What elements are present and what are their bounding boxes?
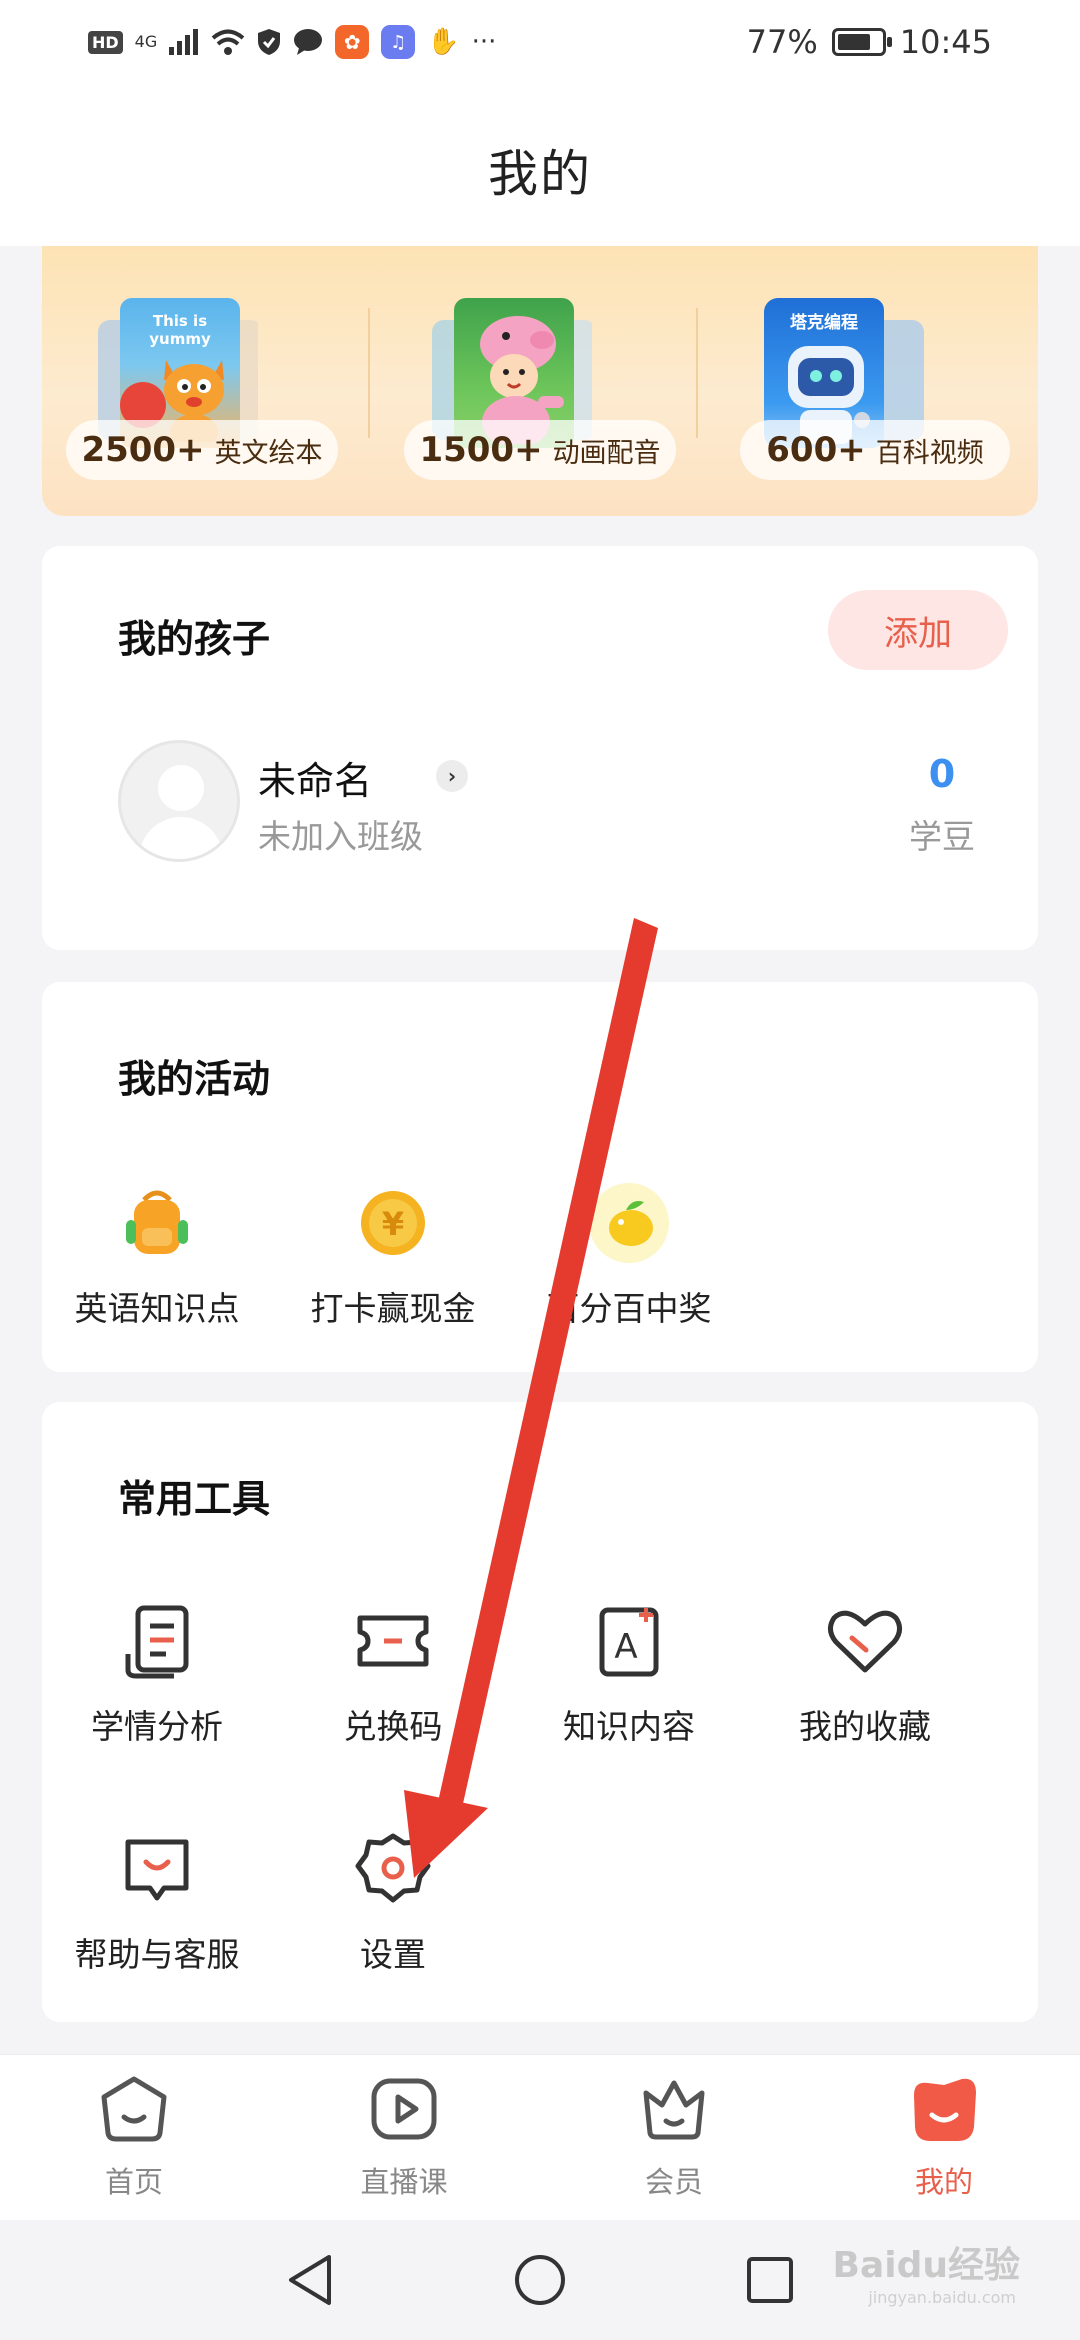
bottom-nav: 首页 直播课 会员 我的 — [0, 2054, 1080, 2220]
clock: 10:45 — [899, 23, 992, 61]
page-header: 我的 — [0, 84, 1080, 246]
wifi-icon — [211, 28, 245, 56]
section-title: 我的孩子 — [118, 617, 271, 661]
back-icon[interactable] — [274, 2244, 346, 2316]
lemon-icon — [586, 1180, 672, 1266]
report-icon — [114, 1598, 200, 1684]
tool-label: 兑换码 — [343, 1707, 443, 1746]
hand-icon: ✋ — [427, 27, 460, 57]
promo-pill-picture-books[interactable]: 2500+ 英文绘本 — [66, 420, 338, 480]
my-activities-card: 我的活动 英语知识点 ¥ 打卡赢现金 百分百中奖 — [42, 982, 1038, 1372]
tool-my-favorites[interactable]: 我的收藏 — [760, 1598, 970, 1748]
bean-count[interactable]: 0 — [902, 752, 982, 796]
heart-icon — [822, 1598, 908, 1684]
battery-level — [837, 34, 870, 50]
promo-count: 2500+ — [81, 430, 205, 470]
banner-divider — [696, 308, 698, 438]
page-title: 我的 — [488, 145, 592, 203]
activity-label: 百分百中奖 — [546, 1289, 712, 1328]
home-circle-icon[interactable] — [504, 2244, 576, 2316]
tool-label: 设置 — [360, 1935, 426, 1974]
activity-checkin-cash[interactable]: ¥ 打卡赢现金 — [288, 1180, 498, 1330]
my-children-card: 我的孩子 添加 未命名 › 未加入班级 0 学豆 — [42, 546, 1038, 950]
promo-banner[interactable]: This is yummy 2500+ 英文绘本 1500+ 动画配音 塔克编程… — [42, 246, 1038, 516]
music-app-icon: ♫ — [381, 25, 416, 59]
backpack-icon — [114, 1180, 200, 1266]
watermark-url: jingyan.baidu.com — [868, 2288, 1016, 2307]
avatar-body — [139, 817, 223, 859]
promo-count: 600+ — [766, 430, 866, 470]
home-icon — [98, 2073, 170, 2145]
svg-text:A: A — [614, 1627, 637, 1667]
hd-icon: HD — [88, 30, 123, 54]
nav-membership[interactable]: 会员 — [574, 2073, 774, 2201]
svg-text:¥: ¥ — [382, 1205, 404, 1243]
tool-learning-analysis[interactable]: 学情分析 — [52, 1598, 262, 1748]
child-name[interactable]: 未命名 — [258, 750, 372, 805]
recents-square-icon[interactable] — [734, 2244, 806, 2316]
live-play-icon — [368, 2073, 440, 2145]
nav-mine[interactable]: 我的 — [844, 2073, 1044, 2201]
common-tools-card: 常用工具 学情分析 兑换码 A 知识内容 我的收藏 帮助与客服 设置 — [42, 1402, 1038, 2022]
status-bar: HD 4G ✿ ♫ ✋ ··· 77% 10:45 — [0, 0, 1080, 84]
status-right: 77% 10:45 — [747, 18, 992, 66]
promo-label: 百科视频 — [875, 437, 984, 469]
nav-label: 会员 — [644, 2165, 703, 2199]
nav-label: 首页 — [104, 2165, 163, 2199]
tool-help-support[interactable]: 帮助与客服 — [52, 1826, 262, 1976]
add-child-button[interactable]: 添加 — [828, 590, 1008, 670]
promo-label: 英文绘本 — [214, 437, 323, 469]
nav-label: 直播课 — [360, 2165, 448, 2199]
nav-home[interactable]: 首页 — [34, 2073, 234, 2201]
avatar[interactable] — [118, 740, 240, 862]
app-notification-icon: ✿ — [335, 25, 370, 59]
avatar-head — [158, 765, 204, 811]
knowledge-icon: A — [586, 1598, 672, 1684]
tool-settings[interactable]: 设置 — [288, 1826, 498, 1976]
promo-label: 动画配音 — [552, 437, 661, 469]
nav-live-class[interactable]: 直播课 — [304, 2073, 504, 2201]
tool-redeem-code[interactable]: 兑换码 — [288, 1598, 498, 1748]
tool-label: 学情分析 — [91, 1707, 223, 1746]
more-icon: ··· — [471, 27, 497, 57]
battery-icon — [831, 28, 892, 56]
section-title: 常用工具 — [118, 1477, 271, 1521]
profile-face-icon — [908, 2073, 980, 2145]
cover-caption: This is yummy — [149, 312, 211, 348]
activity-english-points[interactable]: 英语知识点 — [52, 1180, 262, 1330]
activity-label: 打卡赢现金 — [310, 1289, 476, 1328]
battery-percent: 77% — [746, 23, 818, 61]
promo-count: 1500+ — [419, 430, 543, 470]
ticket-icon — [350, 1598, 436, 1684]
promo-pill-encyclopedia[interactable]: 600+ 百科视频 — [740, 420, 1010, 480]
gear-icon — [350, 1826, 436, 1912]
support-icon — [114, 1826, 200, 1912]
cover-caption: 塔克编程 — [790, 313, 858, 333]
tool-label: 帮助与客服 — [74, 1935, 240, 1974]
tool-label: 我的收藏 — [799, 1707, 931, 1746]
section-title: 我的活动 — [118, 1057, 271, 1101]
tool-knowledge-content[interactable]: A 知识内容 — [524, 1598, 734, 1748]
yuan-coin-icon: ¥ — [350, 1180, 436, 1266]
status-icons: HD 4G ✿ ♫ ✋ ··· — [88, 18, 496, 66]
child-class-status: 未加入班级 — [258, 817, 423, 856]
crown-icon — [638, 2073, 710, 2145]
chevron-right-icon[interactable]: › — [436, 760, 468, 792]
nav-label: 我的 — [914, 2165, 973, 2199]
system-nav-bar: Baidu经验 jingyan.baidu.com — [0, 2220, 1080, 2340]
watermark-logo: Baidu经验 — [832, 2245, 1020, 2286]
banner-divider — [368, 308, 370, 438]
promo-pill-dubbing[interactable]: 1500+ 动画配音 — [404, 420, 676, 480]
bean-label: 学豆 — [909, 817, 975, 856]
activity-label: 英语知识点 — [74, 1289, 240, 1328]
activity-lottery[interactable]: 百分百中奖 — [524, 1180, 734, 1330]
network-label: 4G — [134, 32, 158, 51]
message-icon — [293, 28, 323, 56]
tool-label: 知识内容 — [563, 1707, 695, 1746]
signal-icon — [169, 29, 199, 55]
shield-icon — [257, 28, 281, 56]
